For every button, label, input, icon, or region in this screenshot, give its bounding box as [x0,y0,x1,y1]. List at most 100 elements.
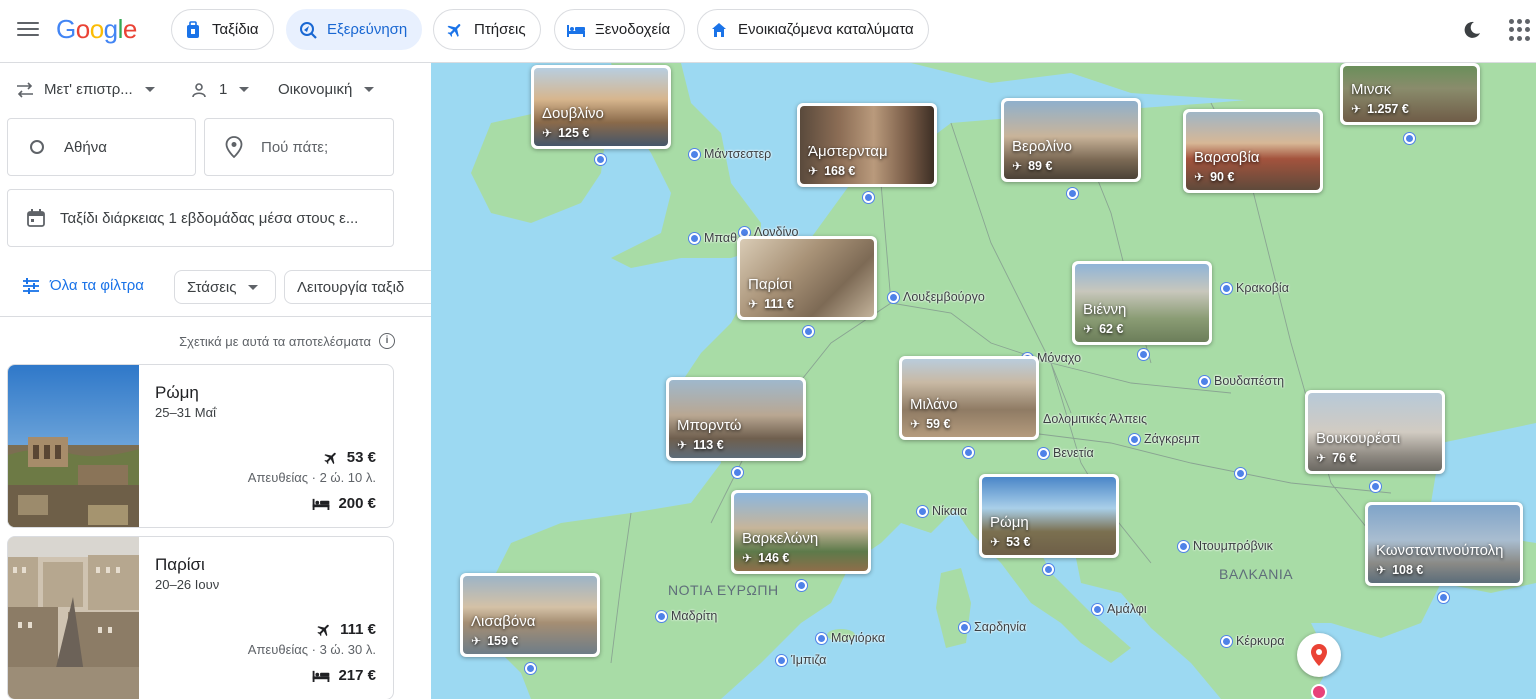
label-luxembourg[interactable]: Λουξεμβούργο [888,290,985,304]
google-logo[interactable]: Google [56,14,137,45]
airport-pin-icon[interactable] [525,663,536,674]
menu-icon[interactable] [14,18,42,44]
dates-field[interactable]: Ταξίδι διάρκειας 1 εβδομάδας μέσα στους … [7,189,394,247]
destination-price-value: 111 € [764,297,794,311]
flight-price-value: 111 € [340,621,376,638]
plane-icon: ✈ [1012,159,1023,173]
hotel-price-value: 200 € [338,495,376,512]
airport-pin-icon[interactable] [863,192,874,203]
map-card-barcelona[interactable]: Βαρκελώνη ✈ 146 € [731,490,871,574]
trip-type-dropdown[interactable]: Μετ' επιστρ... [16,81,155,98]
origin-marker[interactable] [1297,633,1341,677]
map-card-istanbul[interactable]: Κωνσταντινούπολη ✈ 108 € [1365,502,1523,586]
airport-pin-icon[interactable] [803,326,814,337]
dates-value: Ταξίδι διάρκειας 1 εβδομάδας μέσα στους … [60,209,359,227]
airport-pin-icon[interactable] [732,467,743,478]
label-venice[interactable]: Βενετία [1038,446,1094,460]
result-card-rome[interactable]: Ρώμη 25–31 Μαΐ 53 € Απευθείας · 2 ώ. 10 … [7,364,394,528]
map[interactable]: Μάντσεστερ Μπαθ Λονδίνο Λουξεμβούργο Κρα… [431,63,1536,699]
label-dubrovnik[interactable]: Ντουμπρόβνικ [1178,539,1273,553]
cabin-label: Οικονομική [278,81,353,98]
destination-name: Άμστερνταμ [808,143,888,160]
airport-pin-icon[interactable] [1438,592,1449,603]
apps-icon[interactable] [1509,19,1531,41]
destination-price: ✈ 168 € [808,164,855,178]
place-name: Μάντσεστερ [704,147,772,161]
lisbon-photo: Λισαβόνα ✈ 159 € [463,576,597,654]
destination-name: Κωνσταντινούπολη [1376,542,1504,559]
airport-pin-icon[interactable] [796,580,807,591]
tab-travel[interactable]: Ταξίδια [171,9,274,50]
label-ibiza[interactable]: Ίμπιζα [776,653,826,667]
airport-pin-icon[interactable] [1404,133,1415,144]
label-mallorca[interactable]: Μαγιόρκα [816,631,885,645]
map-pin-icon [689,232,700,244]
label-nice[interactable]: Νίκαια [917,504,967,518]
destination-name: Βερολίνο [1012,138,1072,155]
dark-mode-icon[interactable] [1462,20,1482,40]
origin-dot [1311,684,1327,699]
airport-pin-icon[interactable] [1067,188,1078,199]
tab-rentals[interactable]: Ενοικιαζόμενα καταλύματα [697,9,929,50]
result-card-paris[interactable]: Παρίσι 20–26 Ιουν 111 € Απευθείας · 3 ώ.… [7,536,394,699]
airport-pin-icon[interactable] [963,447,974,458]
tab-explore[interactable]: Εξερεύνηση [286,9,423,50]
origin-field[interactable]: Αθήνα [7,118,196,176]
label-dolomites[interactable]: Δολομιτικές Άλπεις [1043,412,1147,426]
airport-pin-icon[interactable] [1138,349,1149,360]
airport-pin-icon[interactable] [1043,564,1054,575]
label-madrid[interactable]: Μαδρίτη [656,609,717,623]
map-card-vienna[interactable]: Βιέννη ✈ 62 € [1072,261,1212,345]
map-card-amsterdam[interactable]: Άμστερνταμ ✈ 168 € [797,103,937,187]
travel-mode-filter[interactable]: Λειτουργία ταξιδ [284,270,431,304]
destination-price: ✈ 59 € [910,417,950,431]
map-card-bucharest[interactable]: Βουκουρέστι ✈ 76 € [1305,390,1445,474]
label-bath[interactable]: Μπαθ [689,231,737,245]
plane-icon [446,21,464,39]
place-name: Λουξεμβούργο [903,290,985,304]
label-manchester[interactable]: Μάντσεστερ [689,147,771,161]
flight-price-value: 53 € [346,449,376,466]
passengers-dropdown[interactable]: 1 [191,81,250,98]
map-card-berlin[interactable]: Βερολίνο ✈ 89 € [1001,98,1141,182]
map-card-paris[interactable]: Παρίσι ✈ 111 € [737,236,877,320]
bed-icon [313,498,330,510]
place-name: Σαρδηνία [974,620,1027,634]
search-panel: Μετ' επιστρ... 1 Οικονομική Αθήνα Πού πά… [0,63,431,699]
label-zagreb[interactable]: Ζάγκρεμπ [1129,432,1200,446]
map-card-warsaw[interactable]: Βαρσοβία ✈ 90 € [1183,109,1323,193]
results-info[interactable]: Σχετικά με αυτά τα αποτελέσματα i [179,333,395,349]
airport-pin-icon[interactable] [595,154,606,165]
map-pin-icon [1038,447,1049,459]
airport-pin-icon[interactable] [1370,481,1381,492]
destination-price-value: 76 € [1332,451,1357,465]
result-city: Παρίσι [155,555,205,574]
label-krakow[interactable]: Κρακοβία [1221,281,1289,295]
place-name: Μαγιόρκα [831,631,886,645]
map-card-rome[interactable]: Ρώμη ✈ 53 € [979,474,1119,558]
stops-filter[interactable]: Στάσεις [174,270,276,304]
label-sardinia[interactable]: Σαρδηνία [959,620,1026,634]
chevron-down-icon [239,87,250,92]
label-amalfi[interactable]: Αμάλφι [1092,602,1147,616]
map-card-lisbon[interactable]: Λισαβόνα ✈ 159 € [460,573,600,657]
destination-price: ✈ 53 € [990,535,1030,549]
destination-name: Δουβλίνο [542,105,604,122]
tab-flights[interactable]: Πτήσεις [433,9,541,50]
map-card-milan[interactable]: Μιλάνο ✈ 59 € [899,356,1039,440]
cabin-dropdown[interactable]: Οικονομική [278,81,375,98]
istanbul-photo: Κωνσταντινούπολη ✈ 108 € [1368,505,1520,583]
map-card-dublin[interactable]: Δουβλίνο ✈ 125 € [531,65,671,149]
map-card-minsk[interactable]: Μινσκ ✈ 1.257 € [1340,63,1480,125]
place-name: Ζάγκρεμπ [1144,432,1200,446]
destination-field[interactable]: Πού πάτε; [204,118,394,176]
airport-pin-icon[interactable] [1235,468,1246,479]
all-filters-button[interactable]: Όλα τα φίλτρα [22,277,144,294]
label-corfu[interactable]: Κέρκυρα [1221,634,1284,648]
tab-label: Εξερεύνηση [327,21,408,38]
place-name: Ντουμπρόβνικ [1193,539,1273,553]
place-name: Κέρκυρα [1236,634,1285,648]
label-budapest[interactable]: Βουδαπέστη [1199,374,1284,388]
tab-hotels[interactable]: Ξενοδοχεία [554,9,686,50]
map-card-bordeaux[interactable]: Μπορντώ ✈ 113 € [666,377,806,461]
